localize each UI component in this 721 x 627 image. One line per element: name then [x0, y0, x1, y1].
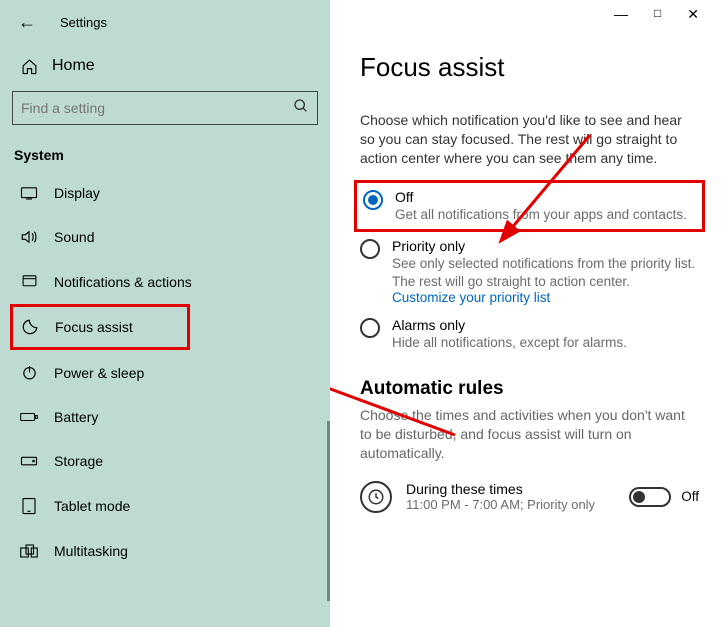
sidebar-item-label: Display — [54, 185, 100, 201]
sidebar-section: System — [0, 139, 330, 171]
radio-icon — [360, 239, 380, 259]
close-icon[interactable]: ✕ — [687, 6, 699, 23]
clock-icon — [360, 481, 392, 513]
automatic-rules-heading: Automatic rules — [360, 378, 699, 400]
maximize-icon[interactable]: □ — [654, 6, 661, 23]
sidebar-item-notifications[interactable]: Notifications & actions — [0, 259, 330, 304]
search-input[interactable] — [12, 91, 318, 125]
option-label: Alarms only — [392, 317, 627, 333]
minimize-icon[interactable]: — — [614, 6, 628, 23]
storage-icon — [20, 455, 38, 467]
automatic-rules-description: Choose the times and activities when you… — [360, 406, 699, 463]
home-icon — [20, 58, 38, 75]
option-sub: See only selected notifications from the… — [392, 255, 699, 290]
sound-icon — [20, 229, 38, 245]
search-field[interactable] — [21, 100, 293, 116]
sidebar-item-multitasking[interactable]: Multitasking — [0, 529, 330, 573]
rule-toggle-state: Off — [681, 489, 699, 504]
option-priority-only[interactable]: Priority only See only selected notifica… — [360, 238, 699, 305]
sidebar-item-label: Sound — [54, 229, 94, 245]
focus-assist-icon — [21, 318, 39, 336]
sidebar-home[interactable]: Home — [0, 47, 330, 85]
sidebar-item-display[interactable]: Display — [0, 171, 330, 215]
sidebar-item-label: Storage — [54, 453, 103, 469]
option-sub: Hide all notifications, except for alarm… — [392, 334, 627, 352]
option-label: Off — [395, 189, 687, 205]
sidebar-item-label: Focus assist — [55, 319, 133, 335]
customize-priority-link[interactable]: Customize your priority list — [392, 290, 699, 305]
sidebar-item-power[interactable]: Power & sleep — [0, 350, 330, 395]
option-label: Priority only — [392, 238, 699, 254]
sidebar-item-label: Multitasking — [54, 543, 128, 559]
sidebar-item-label: Tablet mode — [54, 498, 130, 514]
power-icon — [20, 364, 38, 381]
sidebar: ← Settings Home System Display Sound Not… — [0, 0, 330, 627]
rule-during-times[interactable]: During these times 11:00 PM - 7:00 AM; P… — [360, 481, 699, 513]
radio-icon — [360, 318, 380, 338]
rule-sub: 11:00 PM - 7:00 AM; Priority only — [406, 497, 615, 512]
option-alarms-only[interactable]: Alarms only Hide all notifications, exce… — [360, 317, 699, 352]
multitasking-icon — [20, 543, 38, 559]
sidebar-nav: Display Sound Notifications & actions Fo… — [0, 171, 330, 573]
radio-icon — [363, 190, 383, 210]
battery-icon — [20, 411, 38, 423]
page-title: Focus assist — [360, 52, 699, 83]
sidebar-item-label: Notifications & actions — [54, 274, 192, 290]
focus-assist-options: Off Get all notifications from your apps… — [360, 186, 699, 352]
back-icon[interactable]: ← — [18, 12, 36, 33]
search-icon — [293, 98, 309, 119]
sidebar-item-sound[interactable]: Sound — [0, 215, 330, 259]
rule-title: During these times — [406, 481, 615, 497]
sidebar-item-battery[interactable]: Battery — [0, 395, 330, 439]
tablet-icon — [20, 497, 38, 515]
window-title: Settings — [60, 15, 107, 30]
sidebar-item-tablet[interactable]: Tablet mode — [0, 483, 330, 529]
page-description: Choose which notification you'd like to … — [360, 111, 699, 168]
sidebar-home-label: Home — [52, 57, 95, 75]
sidebar-item-focus-assist[interactable]: Focus assist — [10, 304, 190, 350]
sidebar-item-storage[interactable]: Storage — [0, 439, 330, 483]
rule-toggle[interactable] — [629, 487, 671, 507]
option-off[interactable]: Off Get all notifications from your apps… — [354, 180, 705, 233]
option-sub: Get all notifications from your apps and… — [395, 206, 687, 224]
main-content: — □ ✕ Focus assist Choose which notifica… — [330, 0, 721, 627]
sidebar-item-label: Battery — [54, 409, 98, 425]
display-icon — [20, 186, 38, 200]
sidebar-item-label: Power & sleep — [54, 365, 144, 381]
notifications-icon — [20, 273, 38, 290]
